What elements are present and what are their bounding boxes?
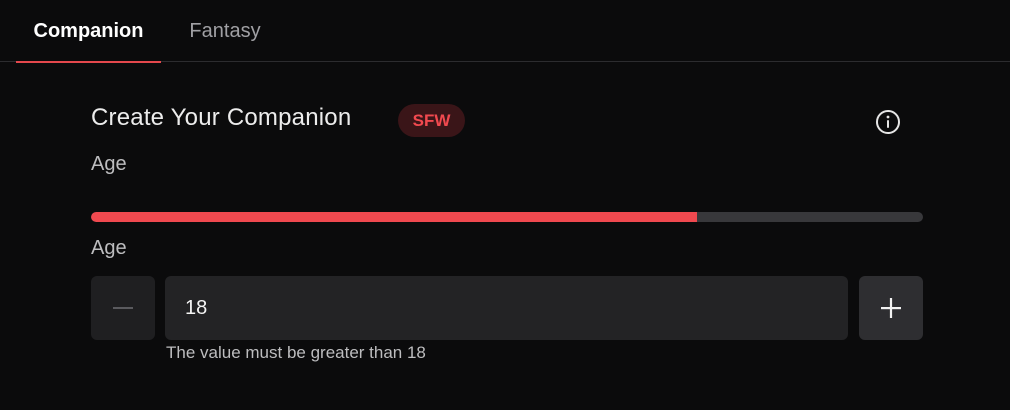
tab-bar: Companion Fantasy	[0, 0, 1010, 63]
plus-icon	[881, 298, 901, 318]
validation-hint: The value must be greater than 18	[166, 343, 426, 362]
minus-icon	[113, 307, 133, 309]
info-circle-icon	[876, 110, 900, 134]
age-input[interactable]	[165, 276, 848, 340]
section-label-age: Age	[91, 153, 127, 175]
decrement-button[interactable]	[91, 276, 155, 340]
progress-bar	[91, 212, 923, 222]
create-companion-page: Companion Fantasy Create Your Companion …	[0, 0, 1010, 410]
page-title: Create Your Companion	[91, 104, 352, 131]
age-field-label: Age	[91, 237, 127, 259]
tab-fantasy[interactable]: Fantasy	[172, 0, 278, 62]
increment-button[interactable]	[859, 276, 923, 340]
sfw-badge: SFW	[398, 104, 465, 137]
info-button[interactable]	[873, 107, 903, 137]
tab-companion[interactable]: Companion	[16, 0, 161, 63]
progress-fill	[91, 212, 697, 222]
